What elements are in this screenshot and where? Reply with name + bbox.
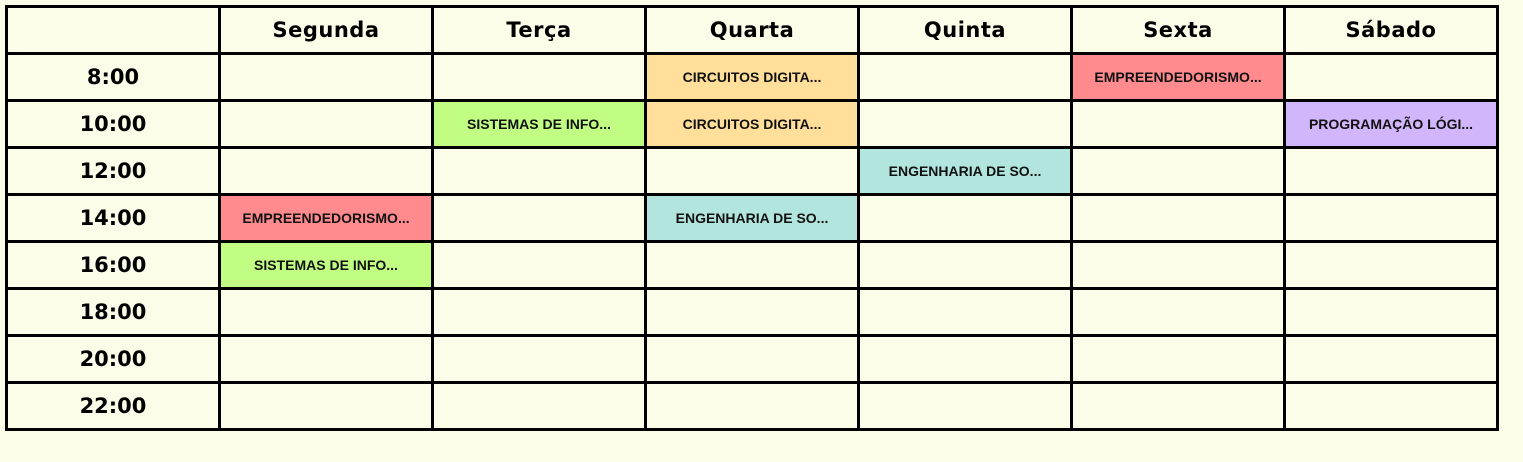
empty-slot bbox=[431, 287, 647, 337]
empty-slot bbox=[1283, 52, 1499, 102]
corner-cell bbox=[5, 5, 221, 55]
time-label: 16:00 bbox=[5, 240, 221, 290]
time-label: 18:00 bbox=[5, 287, 221, 337]
empty-slot bbox=[218, 52, 434, 102]
empty-slot bbox=[857, 381, 1073, 431]
day-header-segunda: Segunda bbox=[218, 5, 434, 55]
day-header-sabado: Sábado bbox=[1283, 5, 1499, 55]
time-row: 14:00 EMPREENDEDORISMO... ENGENHARIA DE SO… bbox=[5, 193, 1499, 243]
time-label: 14:00 bbox=[5, 193, 221, 243]
empty-slot bbox=[218, 99, 434, 149]
time-row: 20:00 bbox=[5, 334, 1499, 384]
empty-slot bbox=[1283, 287, 1499, 337]
empty-slot bbox=[1070, 240, 1286, 290]
day-header-sexta: Sexta bbox=[1070, 5, 1286, 55]
empty-slot bbox=[857, 52, 1073, 102]
empty-slot bbox=[431, 146, 647, 196]
empty-slot bbox=[431, 240, 647, 290]
time-label: 22:00 bbox=[5, 381, 221, 431]
empty-slot bbox=[431, 334, 647, 384]
empty-slot bbox=[857, 287, 1073, 337]
empty-slot bbox=[431, 381, 647, 431]
empty-slot bbox=[218, 381, 434, 431]
time-row: 12:00 ENGENHARIA DE SO... bbox=[5, 146, 1499, 196]
time-row: 10:00 SISTEMAS DE INFO... CIRCUITOS DIGITA… bbox=[5, 99, 1499, 149]
time-row: 16:00 SISTEMAS DE INFO... bbox=[5, 240, 1499, 290]
class-slot[interactable]: ENGENHARIA DE SO... bbox=[857, 146, 1073, 196]
empty-slot bbox=[857, 240, 1073, 290]
class-slot[interactable]: EMPREENDEDORISMO... bbox=[218, 193, 434, 243]
class-slot[interactable]: CIRCUITOS DIGITA... bbox=[644, 99, 860, 149]
day-header-terca: Terça bbox=[431, 5, 647, 55]
empty-slot bbox=[644, 381, 860, 431]
class-slot[interactable]: CIRCUITOS DIGITA... bbox=[644, 52, 860, 102]
day-header-quinta: Quinta bbox=[857, 5, 1073, 55]
class-slot[interactable]: SISTEMAS DE INFO... bbox=[431, 99, 647, 149]
empty-slot bbox=[1283, 146, 1499, 196]
empty-slot bbox=[1283, 381, 1499, 431]
empty-slot bbox=[644, 146, 860, 196]
empty-slot bbox=[431, 52, 647, 102]
empty-slot bbox=[1070, 99, 1286, 149]
schedule-body: 8:00 CIRCUITOS DIGITA... EMPREENDEDORISMO.… bbox=[5, 52, 1499, 431]
time-label: 20:00 bbox=[5, 334, 221, 384]
empty-slot bbox=[1070, 146, 1286, 196]
time-label: 10:00 bbox=[5, 99, 221, 149]
class-slot[interactable]: SISTEMAS DE INFO... bbox=[218, 240, 434, 290]
empty-slot bbox=[857, 99, 1073, 149]
empty-slot bbox=[644, 334, 860, 384]
empty-slot bbox=[431, 193, 647, 243]
class-slot[interactable]: EMPREENDEDORISMO... bbox=[1070, 52, 1286, 102]
empty-slot bbox=[857, 334, 1073, 384]
time-label: 12:00 bbox=[5, 146, 221, 196]
class-slot[interactable]: ENGENHARIA DE SO... bbox=[644, 193, 860, 243]
empty-slot bbox=[644, 240, 860, 290]
time-row: 18:00 bbox=[5, 287, 1499, 337]
empty-slot bbox=[218, 334, 434, 384]
class-slot[interactable]: PROGRAMAÇÃO LÓGI... bbox=[1283, 99, 1499, 149]
empty-slot bbox=[857, 193, 1073, 243]
time-row: 8:00 CIRCUITOS DIGITA... EMPREENDEDORISMO.… bbox=[5, 52, 1499, 102]
empty-slot bbox=[218, 146, 434, 196]
time-label: 8:00 bbox=[5, 52, 221, 102]
empty-slot bbox=[1283, 193, 1499, 243]
empty-slot bbox=[644, 287, 860, 337]
empty-slot bbox=[1070, 381, 1286, 431]
day-header-quarta: Quarta bbox=[644, 5, 860, 55]
time-row: 22:00 bbox=[5, 381, 1499, 431]
empty-slot bbox=[1070, 334, 1286, 384]
header-row: Segunda Terça Quarta Quinta Sexta Sábado bbox=[5, 5, 1499, 55]
empty-slot bbox=[1283, 240, 1499, 290]
empty-slot bbox=[218, 287, 434, 337]
empty-slot bbox=[1283, 334, 1499, 384]
schedule-table: Segunda Terça Quarta Quinta Sexta Sábado… bbox=[5, 5, 1499, 431]
empty-slot bbox=[1070, 287, 1286, 337]
empty-slot bbox=[1070, 193, 1286, 243]
